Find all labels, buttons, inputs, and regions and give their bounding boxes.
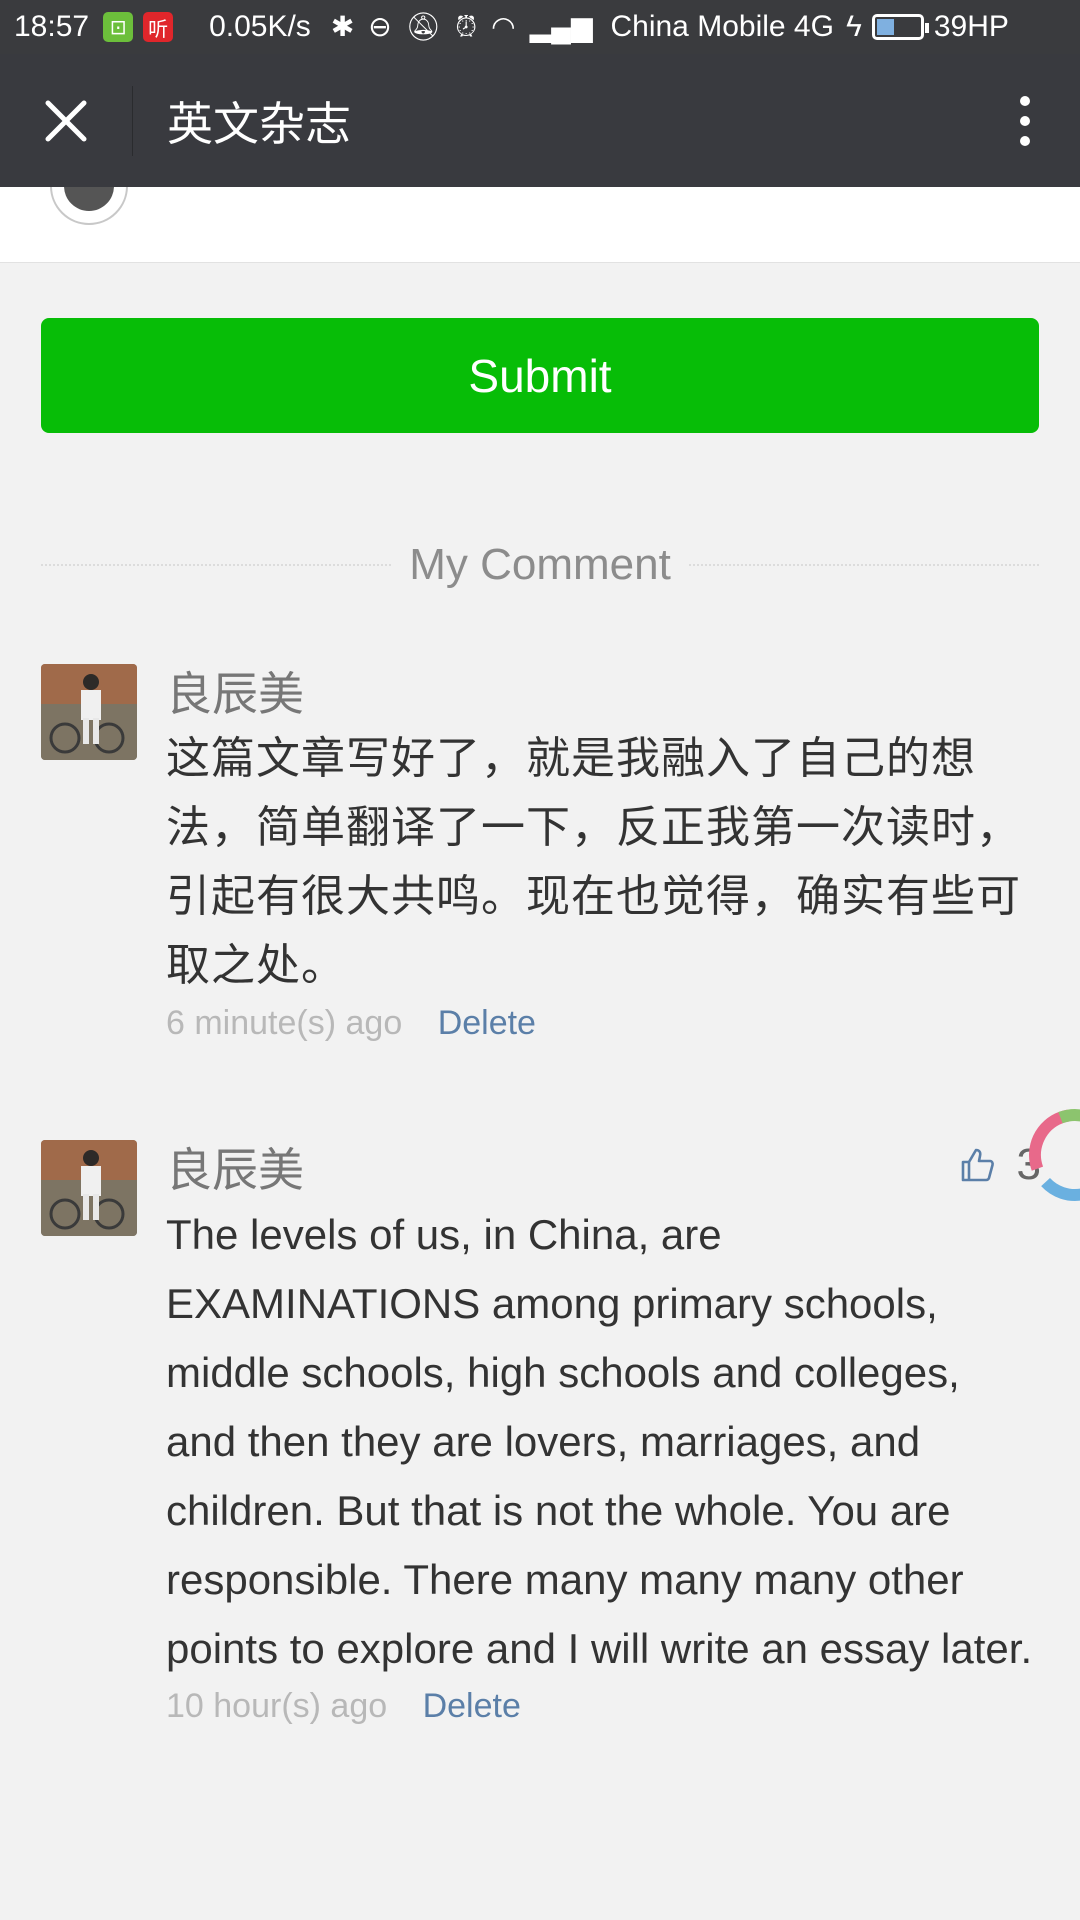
bluetooth-icon: ✱: [330, 11, 355, 42]
charging-icon: ϟ: [845, 10, 862, 43]
submit-button[interactable]: Submit: [41, 318, 1039, 433]
listen-app-icon: 听: [143, 12, 174, 42]
phone-app-icon: ⊡: [103, 12, 134, 42]
alarm-icon: ⏰︎: [455, 11, 478, 42]
comment-time: 6 minute(s) ago: [166, 1004, 403, 1042]
comment-meta: 10 hour(s) ago Delete: [166, 1687, 1041, 1726]
status-icons: ✱ ⊖ 🔕︎ ⏰︎ ◠ ▂▄▆: [331, 13, 593, 41]
comment-body: 良辰美 3 The levels of us, in China, are EX…: [166, 1140, 1041, 1726]
avatar[interactable]: [41, 1140, 137, 1236]
comment-body: 良辰美 这篇文章写好了，就是我融入了自己的想法，简单翻译了一下，反正我第一次读时…: [166, 664, 1041, 1043]
section-divider: My Comment: [41, 530, 1039, 600]
comment-meta: 6 minute(s) ago Delete: [166, 1004, 1041, 1043]
comment-time: 10 hour(s) ago: [166, 1687, 388, 1725]
battery-text: 39HP: [933, 10, 1009, 43]
comment-author: 良辰美: [166, 1144, 304, 1196]
floating-ring-widget[interactable]: [1020, 1100, 1080, 1210]
options-panel: [0, 187, 1080, 263]
network-speed: 0.05K/s: [209, 10, 311, 43]
comment-item: 良辰美 3 The levels of us, in China, are EX…: [41, 1140, 1041, 1820]
battery-icon: [871, 14, 929, 40]
more-vertical-icon: [1020, 95, 1030, 106]
page-title: 英文杂志: [167, 97, 351, 150]
comment-text: 这篇文章写好了，就是我融入了自己的想法，简单翻译了一下，反正我第一次读时，引起有…: [166, 734, 1021, 990]
battery-fill: [876, 19, 894, 35]
radio-option[interactable]: [50, 187, 128, 225]
status-time: 18:57: [14, 10, 90, 43]
avatar-image: [41, 1140, 137, 1236]
status-bar: 18:57 ⊡ 听 0.05K/s ✱ ⊖ 🔕︎ ⏰︎ ◠ ▂▄▆ China …: [0, 0, 1080, 54]
comment-item: 良辰美 这篇文章写好了，就是我融入了自己的想法，简单翻译了一下，反正我第一次读时…: [41, 664, 1041, 1064]
more-menu-button[interactable]: [970, 54, 1080, 187]
close-icon: [45, 100, 87, 141]
comment-text: The levels of us, in China, are EXAMINAT…: [166, 1211, 1033, 1672]
delete-link[interactable]: Delete: [438, 1004, 536, 1042]
avatar[interactable]: [41, 664, 137, 760]
avatar-image: [41, 664, 137, 760]
delete-link[interactable]: Delete: [423, 1687, 521, 1725]
title-divider: [132, 85, 133, 156]
signal-icon: ▂▄▆: [529, 11, 593, 42]
toggle-icon: ⊖: [368, 11, 392, 42]
divider-line: [41, 564, 392, 566]
section-title: My Comment: [409, 540, 671, 589]
carrier-label: China Mobile 4G: [610, 10, 834, 43]
thumbs-up-icon: [961, 1148, 994, 1182]
mute-bell-icon: 🔕︎: [405, 11, 442, 42]
title-bar: 英文杂志: [0, 54, 1080, 187]
comment-author: 良辰美: [166, 668, 304, 720]
wifi-icon: ◠: [491, 11, 516, 42]
divider-line: [688, 564, 1039, 566]
close-button[interactable]: [0, 54, 132, 187]
